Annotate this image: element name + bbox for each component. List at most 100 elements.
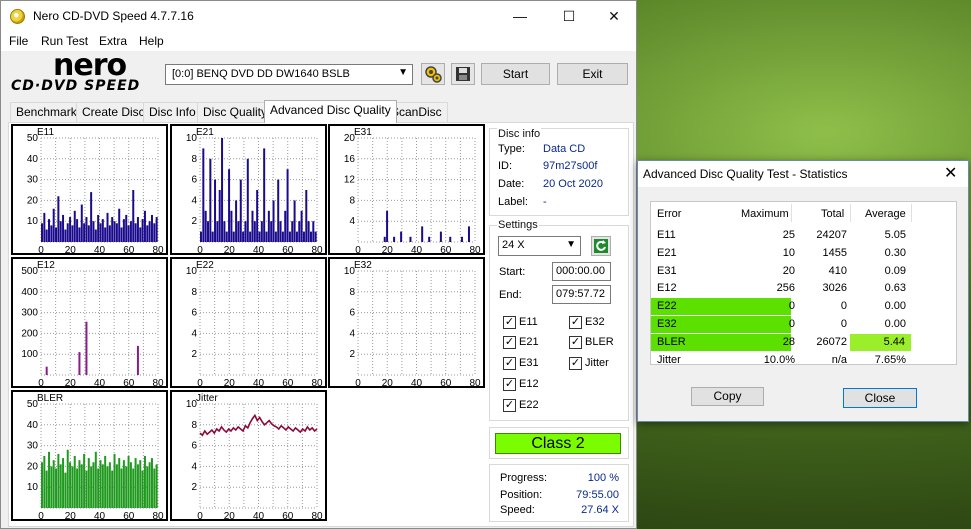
data-bar bbox=[216, 221, 219, 242]
chart-plot: 1086420 20 40 60 80 bbox=[186, 133, 323, 253]
chart-plot: 1086420 20 40 60 80 bbox=[344, 266, 481, 386]
data-bar bbox=[71, 225, 74, 242]
y-tick-label: 10 bbox=[27, 482, 39, 493]
jitter-checkbox[interactable]: ✓ bbox=[569, 357, 582, 370]
data-bar bbox=[293, 200, 296, 242]
maximize-button[interactable]: ☐ bbox=[546, 1, 592, 31]
x-tick-label: 20 bbox=[382, 245, 394, 253]
close-button[interactable]: Close bbox=[843, 388, 917, 408]
e12-checkbox[interactable]: ✓ bbox=[503, 378, 516, 391]
tab-disc-info[interactable]: Disc Info bbox=[143, 102, 202, 122]
bler-checkbox[interactable]: ✓ bbox=[569, 336, 582, 349]
x-tick-label: 20 bbox=[224, 378, 236, 386]
e21-checkbox[interactable]: ✓ bbox=[503, 336, 516, 349]
table-cell: 0.00 bbox=[884, 300, 906, 313]
x-tick-label: 80 bbox=[469, 378, 481, 386]
start-time-field[interactable]: 000:00.00 bbox=[552, 262, 611, 281]
chart-plot: 1086420 20 40 60 80 bbox=[186, 399, 323, 519]
speed-select[interactable]: 24 X ▼ bbox=[498, 236, 581, 256]
x-tick-label: 60 bbox=[123, 511, 135, 519]
data-bar bbox=[111, 470, 114, 508]
data-bar bbox=[43, 212, 46, 242]
data-bar bbox=[57, 453, 60, 508]
data-bar bbox=[78, 352, 81, 375]
y-tick-label: 40 bbox=[27, 420, 39, 431]
data-bar bbox=[393, 236, 396, 242]
y-tick-label: 10 bbox=[186, 399, 198, 410]
minimize-button[interactable]: — bbox=[497, 1, 543, 31]
data-bar bbox=[143, 456, 146, 508]
x-tick-label: 60 bbox=[282, 511, 294, 519]
data-bar bbox=[146, 225, 149, 242]
data-bar bbox=[467, 226, 470, 242]
data-bar bbox=[148, 462, 151, 508]
data-bar bbox=[244, 221, 247, 242]
menu-file[interactable]: File bbox=[9, 34, 28, 48]
x-tick-label: 80 bbox=[311, 511, 323, 519]
x-tick-label: 60 bbox=[282, 378, 294, 386]
tab-advanced-disc-quality[interactable]: Advanced Disc Quality bbox=[264, 100, 397, 123]
data-bar bbox=[66, 223, 69, 242]
tab-create-disc[interactable]: Create Disc bbox=[76, 102, 151, 122]
data-bar bbox=[55, 468, 58, 508]
statistics-title: Advanced Disc Quality Test - Statistics bbox=[643, 167, 848, 181]
data-bar bbox=[92, 221, 95, 242]
data-bar bbox=[153, 223, 156, 242]
e32-checkbox[interactable]: ✓ bbox=[569, 316, 582, 329]
refresh-speed-button[interactable] bbox=[591, 236, 611, 256]
y-tick-label: 8 bbox=[191, 420, 197, 431]
data-bar bbox=[106, 466, 109, 508]
data-bar bbox=[52, 208, 55, 242]
start-button[interactable]: Start bbox=[481, 63, 550, 85]
table-cell: 5.44 bbox=[850, 333, 911, 351]
data-bar bbox=[305, 190, 308, 242]
data-bar bbox=[279, 221, 282, 242]
data-bar bbox=[108, 462, 111, 508]
data-bar bbox=[48, 451, 51, 508]
chart-bler: BLER 50 40 30 20 10 0 20 40 60 80 bbox=[11, 390, 168, 521]
cd-dvd-speed-logo: CD·DVD SPEED bbox=[11, 78, 141, 94]
data-bar bbox=[85, 470, 88, 508]
x-tick-label: 20 bbox=[224, 511, 236, 519]
close-window-button[interactable]: ✕ bbox=[591, 1, 637, 31]
data-bar bbox=[265, 231, 268, 242]
end-time-field[interactable]: 079:57.72 bbox=[552, 285, 611, 304]
settings-label: Settings bbox=[497, 219, 539, 231]
data-bar bbox=[239, 179, 242, 242]
close-icon[interactable]: ✕ bbox=[944, 163, 957, 183]
e31-checkbox[interactable]: ✓ bbox=[503, 357, 516, 370]
y-tick-label: 10 bbox=[344, 266, 356, 277]
data-bar bbox=[45, 470, 48, 508]
data-bar bbox=[85, 217, 88, 242]
menu-run-test[interactable]: Run Test bbox=[41, 34, 88, 48]
data-bar bbox=[69, 217, 72, 242]
menu-help[interactable]: Help bbox=[139, 34, 164, 48]
e22-checkbox[interactable]: ✓ bbox=[503, 399, 516, 412]
menu-extra[interactable]: Extra bbox=[99, 34, 127, 48]
tab-benchmark[interactable]: Benchmark bbox=[10, 102, 83, 122]
table-row: E22 0 0 0.00 bbox=[651, 298, 956, 316]
x-tick-label: 60 bbox=[282, 245, 294, 253]
e11-checkbox[interactable]: ✓ bbox=[503, 316, 516, 329]
data-bar bbox=[249, 231, 252, 242]
drive-info-button[interactable] bbox=[421, 63, 445, 85]
data-bar bbox=[214, 179, 217, 242]
exit-button[interactable]: Exit bbox=[557, 63, 628, 85]
x-tick-label: 80 bbox=[152, 378, 164, 386]
data-bar bbox=[71, 466, 74, 508]
y-tick-label: 10 bbox=[186, 133, 198, 144]
y-tick-label: 500 bbox=[21, 266, 38, 277]
data-bar bbox=[228, 169, 231, 242]
header-average: Average bbox=[865, 208, 906, 220]
tab-disc-quality[interactable]: Disc Quality bbox=[197, 102, 274, 122]
table-cell: 0.00 bbox=[884, 318, 906, 330]
disc-type-row: Type: Data CD bbox=[498, 143, 626, 159]
data-bar bbox=[59, 464, 62, 508]
x-tick-label: 80 bbox=[469, 245, 481, 253]
copy-button[interactable]: Copy bbox=[691, 387, 764, 406]
save-button[interactable] bbox=[451, 63, 475, 85]
statistics-table: Error Maximum Total Average E11 25 24207 5.… bbox=[650, 201, 957, 366]
table-cell: n/a bbox=[831, 353, 847, 366]
drive-select[interactable]: [0:0] BENQ DVD DD DW1640 BSLB ▼ bbox=[165, 64, 413, 85]
x-tick-label: 20 bbox=[224, 245, 236, 253]
